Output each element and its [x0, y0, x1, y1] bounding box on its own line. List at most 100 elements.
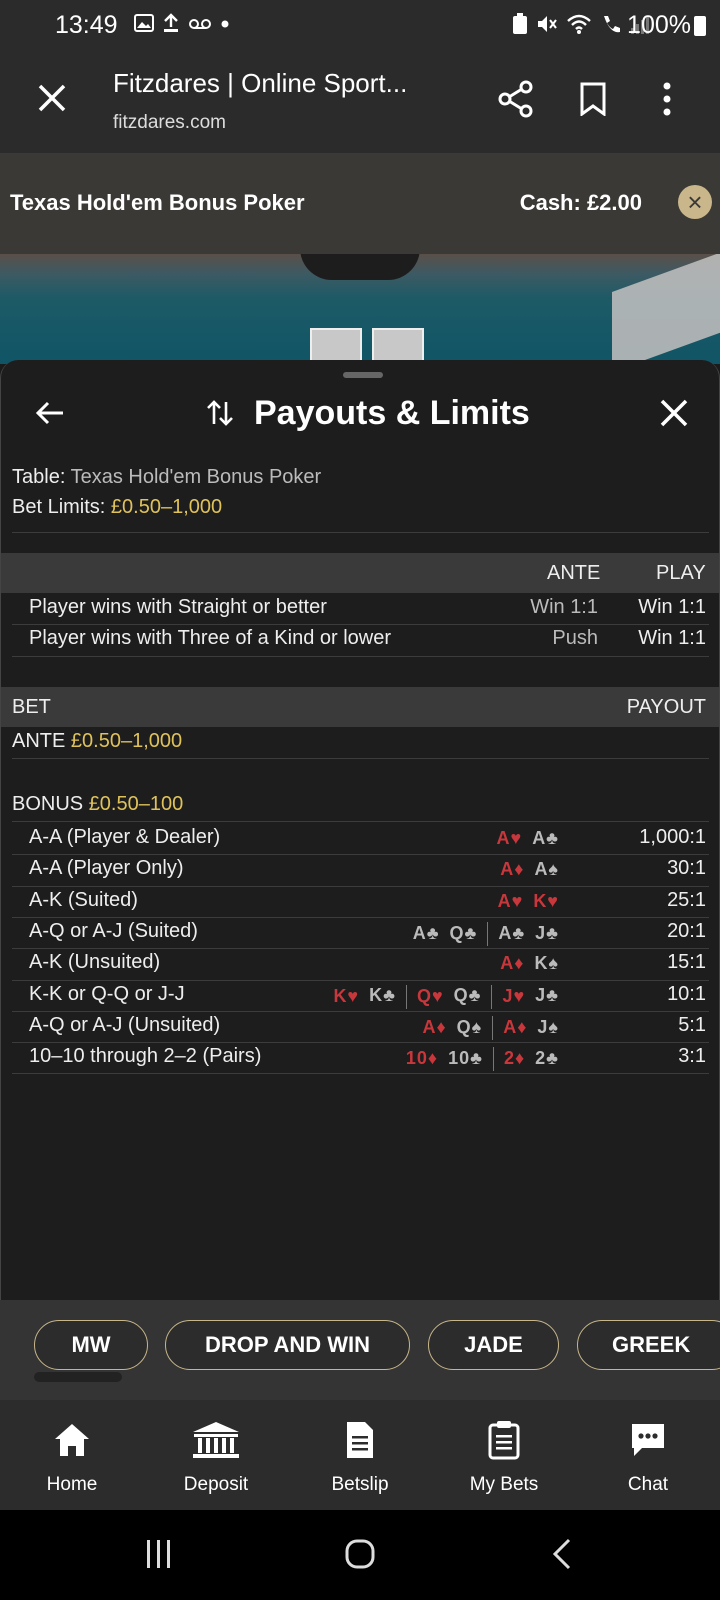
bottom-navigation: Home Deposit Betslip My Bets Chat: [0, 1400, 720, 1510]
playing-card: A♦: [422, 1016, 447, 1037]
example-cards: A♦ A♠: [500, 859, 559, 880]
playing-card: J♠: [537, 1016, 559, 1037]
rule-play: Win 1:1: [638, 627, 706, 649]
example-cards: A♦ K♠: [500, 953, 559, 974]
nav-betslip[interactable]: Betslip: [305, 1420, 415, 1500]
rule-label: Player wins with Straight or better: [29, 596, 327, 618]
browser-toolbar: Fitzdares | Online Sport... fitzdares.co…: [0, 52, 720, 154]
share-icon[interactable]: [498, 80, 534, 118]
system-navigation-bar: [0, 1510, 720, 1600]
card-group-separator: [491, 984, 493, 1009]
bonus-payout-value: 3:1: [678, 1045, 706, 1068]
playing-card: A♣: [532, 828, 559, 848]
horizontal-scrollbar[interactable]: [34, 1372, 122, 1382]
playing-card: A♦: [500, 953, 525, 974]
bonus-payout-value: 5:1: [678, 1013, 706, 1036]
voicemail-icon: [189, 19, 211, 29]
close-circle-icon: ×: [687, 187, 703, 217]
playing-card: 2♣: [535, 1047, 559, 1068]
category-chip-jade[interactable]: JADE: [428, 1320, 559, 1370]
nav-label: My Bets: [469, 1474, 539, 1495]
card-shoe-image: [612, 254, 720, 364]
bonus-payout-value: 30:1: [667, 857, 706, 880]
battery-indicator: 100%: [627, 11, 706, 40]
bonus-payout-value: 1,000:1: [639, 826, 706, 848]
divider: [12, 1073, 709, 1075]
bookmark-icon[interactable]: [580, 82, 606, 116]
playing-card: A♥: [497, 890, 524, 911]
playing-card: K♥: [333, 985, 360, 1006]
mute-icon: [538, 16, 557, 32]
panel-title: Payouts & Limits: [254, 394, 530, 432]
playing-card: A♥: [496, 828, 523, 848]
card-group-separator: [492, 1047, 494, 1072]
bet-limits-label: Bet Limits:: [12, 496, 111, 518]
close-icon[interactable]: [659, 398, 689, 428]
category-chip-mw[interactable]: MW: [34, 1320, 148, 1370]
ante-bet-row: ANTE £0.50–1,000: [12, 730, 182, 753]
back-icon[interactable]: [552, 1538, 572, 1570]
card-group-separator: [487, 921, 489, 946]
drag-handle[interactable]: [343, 372, 383, 378]
more-vert-icon[interactable]: [662, 82, 672, 116]
table-card: [372, 328, 424, 364]
rule-ante: Win 1:1: [530, 596, 598, 618]
rules-header: ANTE PLAY: [1, 553, 719, 593]
category-chip-drop-and-win[interactable]: DROP AND WIN: [165, 1320, 410, 1370]
table-label: Table:: [12, 466, 71, 488]
divider: [12, 1010, 709, 1012]
dot-icon: [221, 20, 229, 28]
ante-col-header: ANTE: [547, 562, 601, 584]
bonus-hand-label: A-A (Player & Dealer): [29, 826, 221, 848]
status-time: 13:49: [55, 11, 118, 39]
nav-label: Betslip: [331, 1474, 389, 1495]
example-cards: A♥ K♥: [498, 891, 559, 912]
bonus-hand-label: A-Q or A-J (Unsuited): [29, 1013, 221, 1036]
status-bar: 13:49 100%: [0, 0, 720, 52]
game-category-bar: MW DROP AND WIN JADE GREEK: [0, 1300, 720, 1400]
divider: [12, 948, 709, 950]
bet-col-header: BET: [12, 696, 51, 718]
nav-label: Deposit: [183, 1474, 249, 1495]
rule-label: Player wins with Three of a Kind or lowe…: [29, 627, 392, 649]
playing-card: K♥: [533, 890, 559, 911]
close-icon[interactable]: [36, 82, 68, 114]
nav-chat[interactable]: Chat: [593, 1420, 703, 1500]
live-video-feed: [0, 254, 720, 364]
category-chip-greek[interactable]: GREEK: [577, 1320, 720, 1370]
playing-card: 2♦: [503, 1047, 526, 1068]
example-cards: A♦ Q♠ A♦ J♠: [422, 1015, 559, 1040]
cash-balance: Cash: £2.00: [519, 190, 642, 215]
back-arrow-icon[interactable]: [35, 400, 65, 426]
example-cards: A♥ A♣: [497, 828, 560, 849]
table-card: [310, 328, 362, 364]
bet-limits: Bet Limits: £0.50–1,000: [12, 496, 222, 519]
example-cards: A♣ Q♣ A♣ J♣: [413, 921, 559, 946]
bonus-hand-label: K-K or Q-Q or J-J: [29, 982, 185, 1005]
nav-my-bets[interactable]: My Bets: [449, 1420, 559, 1500]
page-title: Fitzdares | Online Sport...: [113, 68, 408, 98]
close-game-button[interactable]: ×: [678, 185, 712, 219]
divider: [12, 854, 709, 856]
dealer-image: [300, 254, 420, 280]
home-button-icon[interactable]: [344, 1538, 376, 1570]
recent-apps-icon[interactable]: [144, 1538, 174, 1570]
card-group-separator: [492, 1015, 494, 1040]
playing-card: Q♥: [416, 985, 444, 1006]
playing-card: Q♠: [456, 1016, 483, 1037]
nav-home[interactable]: Home: [17, 1420, 127, 1500]
game-header: Texas Hold'em Bonus Poker Cash: £2.00 ×: [0, 154, 720, 254]
card-group-separator: [405, 984, 407, 1009]
bonus-hand-label: 10–10 through 2–2 (Pairs): [29, 1045, 262, 1068]
swap-vertical-icon: [207, 400, 233, 426]
page-url[interactable]: fitzdares.com: [113, 112, 226, 134]
battery-saver-icon: [513, 13, 527, 34]
divider: [12, 916, 709, 918]
playing-card: 10♦: [405, 1047, 439, 1068]
battery-percent: 100%: [627, 11, 691, 39]
ante-limits: £0.50–1,000: [70, 730, 183, 752]
chat-icon: [632, 1424, 664, 1456]
nav-deposit[interactable]: Deposit: [161, 1420, 271, 1500]
payout-col-header: PAYOUT: [626, 696, 706, 718]
divider: [12, 979, 709, 981]
